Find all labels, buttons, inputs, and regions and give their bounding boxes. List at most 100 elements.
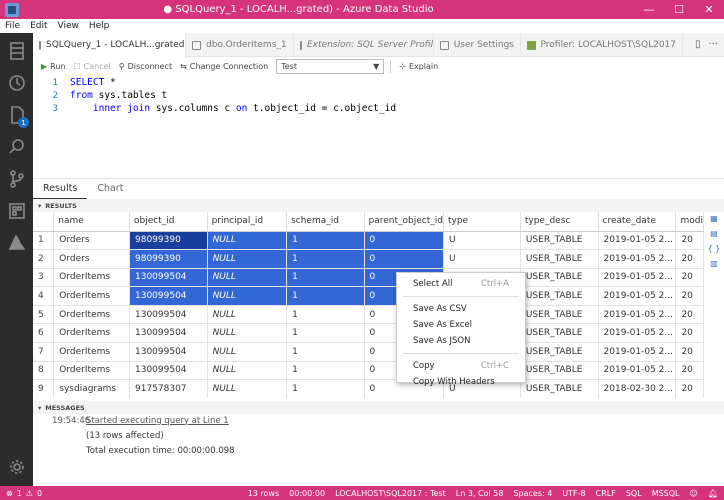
grid-cell[interactable]: NULL — [207, 268, 288, 288]
servers-icon[interactable] — [0, 35, 33, 67]
row-number-cell[interactable]: 4 — [33, 286, 55, 306]
grid-cell[interactable]: USER_TABLE — [520, 286, 599, 306]
table-row[interactable]: 2 Orders 98099390 NULL 1 0 U USER_TABLE 2019-01-… — [33, 249, 704, 269]
menu-item-save-as-excel[interactable]: Save As Excel — [397, 317, 525, 333]
grid-cell[interactable]: 2019-01-05 2... — [598, 342, 677, 362]
row-number-cell[interactable]: 8 — [33, 361, 55, 381]
grid-cell[interactable]: 917578307 — [129, 379, 208, 398]
grid-cell[interactable]: USER_TABLE — [520, 342, 599, 362]
grid-cell[interactable]: Orders — [53, 231, 130, 251]
database-select[interactable]: Test ▼ — [276, 59, 385, 74]
split-editor-icon[interactable]: ▯ — [695, 39, 701, 50]
grid-cell[interactable]: NULL — [207, 305, 288, 325]
status-spaces[interactable]: Spaces: 4 — [513, 489, 552, 498]
save-csv-icon[interactable]: ▦ — [707, 214, 721, 227]
grid-cell[interactable]: OrderItems — [53, 286, 130, 306]
table-row[interactable]: 6OrderItems130099504NULL10UUSER_TABLE201… — [33, 323, 704, 344]
grid-cell[interactable]: OrderItems — [53, 268, 130, 288]
save-excel-icon[interactable]: ▤ — [707, 229, 721, 242]
change-connection-button[interactable]: ⇆ Change Connection — [180, 62, 268, 71]
notifications-bell-icon[interactable]: 🔔︎ — [708, 489, 718, 498]
tab-chart[interactable]: Chart — [87, 179, 133, 199]
grid-cell[interactable]: USER_TABLE — [520, 323, 599, 344]
tab-user-settings[interactable]: User Settings — [434, 33, 521, 57]
column-header[interactable]: type — [443, 212, 521, 232]
table-row[interactable]: 3OrderItems130099504NULL10UUSER_TABLE201… — [33, 268, 704, 288]
status-language[interactable]: SQL — [626, 489, 642, 498]
code-editor[interactable]: 1 SELECT * 2 from sys.tables t 3 inner joi… — [33, 76, 724, 176]
grid-cell[interactable]: Orders — [53, 249, 130, 269]
grid-cell[interactable]: 1 — [286, 361, 365, 381]
grid-cell[interactable]: NULL — [207, 342, 288, 362]
grid-cell[interactable]: 130099504 — [129, 323, 208, 344]
azure-icon[interactable] — [0, 227, 33, 259]
extensions-icon[interactable] — [0, 195, 33, 227]
grid-cell[interactable]: 20 — [675, 379, 704, 398]
more-actions-icon[interactable]: ··· — [708, 39, 718, 50]
tab-extension-profiler[interactable]: Extension: SQL Server Profiler — [294, 33, 434, 57]
grid-cell[interactable]: 20 — [675, 268, 704, 288]
grid-cell[interactable]: NULL — [207, 286, 288, 306]
run-button[interactable]: ▶ Run — [41, 62, 66, 71]
grid-cell[interactable]: 2019-01-05 2... — [598, 268, 677, 288]
grid-cell[interactable]: 20 — [675, 231, 704, 251]
grid-cell[interactable]: OrderItems — [53, 323, 130, 344]
grid-cell[interactable]: 1 — [286, 231, 365, 251]
history-icon[interactable] — [0, 67, 33, 99]
grid-cell[interactable]: 20 — [675, 323, 704, 344]
status-provider[interactable]: MSSQL — [652, 489, 680, 498]
grid-cell[interactable]: 1 — [286, 268, 365, 288]
column-header[interactable]: create_date — [598, 212, 677, 232]
grid-cell[interactable]: 1 — [286, 342, 365, 362]
row-number-cell[interactable]: 7 — [33, 342, 55, 362]
menu-item-save-as-json[interactable]: Save As JSON — [397, 333, 525, 349]
grid-cell[interactable]: OrderItems — [53, 305, 130, 325]
grid-cell[interactable]: 98099390 — [129, 249, 208, 269]
column-header[interactable]: modi — [675, 212, 704, 232]
explain-button[interactable]: ⊹ Explain — [399, 62, 438, 71]
menu-edit[interactable]: Edit — [25, 21, 52, 31]
disconnect-button[interactable]: ⚲ Disconnect — [119, 62, 172, 71]
menu-help[interactable]: Help — [84, 21, 115, 31]
grid-cell[interactable]: 1 — [286, 305, 365, 325]
grid-cell[interactable]: 2019-01-05 2... — [598, 305, 677, 325]
chart-icon[interactable]: ▥ — [707, 259, 721, 272]
grid-cell[interactable]: 20 — [675, 361, 704, 381]
grid-cell[interactable]: 20 — [675, 286, 704, 306]
close-button[interactable]: ✕ — [694, 0, 724, 19]
grid-cell[interactable]: 2018-02-30 2... — [598, 379, 677, 398]
grid-cell[interactable]: 130099504 — [129, 268, 208, 288]
grid-cell[interactable]: USER_TABLE — [520, 379, 599, 398]
grid-cell[interactable]: OrderItems — [53, 342, 130, 362]
grid-cell[interactable]: 1 — [286, 286, 365, 306]
grid-cell[interactable]: NULL — [207, 231, 288, 251]
grid-cell[interactable]: U — [443, 231, 521, 251]
grid-cell[interactable]: 20 — [675, 342, 704, 362]
table-row[interactable]: 1 Orders 98099390 NULL 1 0 U USER_TABLE 2019-01-… — [33, 231, 704, 251]
column-header[interactable]: parent_object_id — [364, 212, 444, 232]
grid-cell[interactable]: USER_TABLE — [520, 268, 599, 288]
grid-cell[interactable]: USER_TABLE — [520, 305, 599, 325]
grid-cell[interactable]: U — [443, 249, 521, 269]
menu-file[interactable]: File — [0, 21, 25, 31]
grid-cell[interactable]: 1 — [286, 379, 365, 398]
grid-cell[interactable]: 1 — [286, 323, 365, 344]
message-link[interactable]: Started executing query at Line 1 — [86, 416, 229, 426]
grid-cell[interactable]: 98099390 — [129, 231, 208, 251]
grid-cell[interactable]: 2019-01-05 2... — [598, 286, 677, 306]
minimize-button[interactable]: — — [634, 0, 664, 19]
grid-cell[interactable]: 130099504 — [129, 361, 208, 381]
grid-cell[interactable]: 20 — [675, 305, 704, 325]
grid-cell[interactable]: USER_TABLE — [520, 231, 599, 251]
tab-results[interactable]: Results — [33, 179, 88, 199]
table-row[interactable]: 7OrderItems130099504NULL10UUSER_TABLE201… — [33, 342, 704, 362]
column-header[interactable]: principal_id — [207, 212, 288, 232]
grid-cell[interactable]: OrderItems — [53, 361, 130, 381]
menu-item-save-as-csv[interactable]: Save As CSV — [397, 301, 525, 317]
grid-cell[interactable]: sysdiagrams — [53, 379, 130, 398]
cancel-button[interactable]: ☐ Cancel — [74, 62, 111, 71]
grid-cell[interactable]: 0 — [364, 231, 444, 251]
status-eol[interactable]: CRLF — [596, 489, 616, 498]
menu-item-select-all[interactable]: Select All Ctrl+A — [397, 276, 525, 292]
menu-view[interactable]: View — [53, 21, 84, 31]
